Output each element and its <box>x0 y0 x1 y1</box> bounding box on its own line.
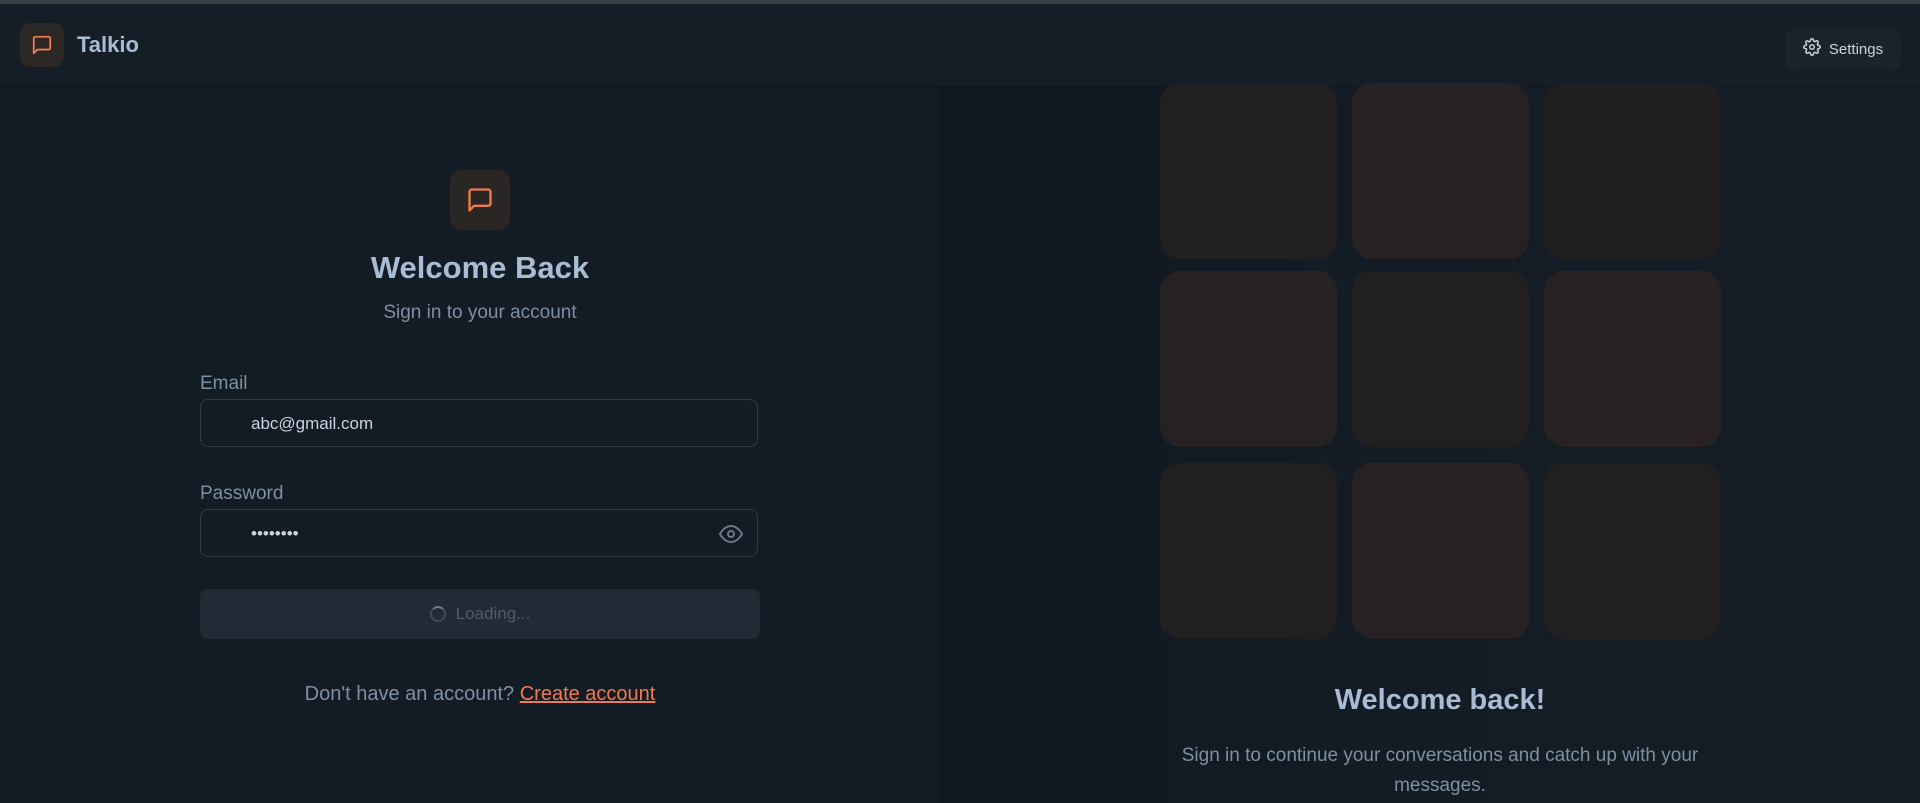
create-account-link[interactable]: Create account <box>520 683 656 705</box>
password-field-wrapper <box>200 509 758 558</box>
email-field[interactable] <box>249 400 693 448</box>
signup-prompt: Don't have an account? <box>304 683 515 705</box>
spinner-icon <box>429 606 446 622</box>
login-title: Welcome Back <box>370 250 590 285</box>
signup-row: Don't have an account? Create account <box>200 683 760 706</box>
promo-tile <box>1160 463 1337 639</box>
email-label: Email <box>200 373 248 394</box>
navbar: Talkio Settings <box>0 4 1920 87</box>
promo-tile <box>1352 83 1529 259</box>
password-field[interactable] <box>249 510 693 558</box>
login-subtitle: Sign in to your account <box>383 302 577 323</box>
promo-description: Sign in to continue your conversations a… <box>1181 745 1699 796</box>
promo-tile <box>1544 463 1721 639</box>
promo-tile <box>1160 83 1337 259</box>
promo-tile <box>1160 271 1337 447</box>
chat-bubble-icon[interactable] <box>20 23 64 67</box>
promo-tile <box>1544 271 1721 447</box>
promo-tile <box>1352 271 1529 447</box>
settings-label: Settings <box>1828 40 1884 58</box>
gear-icon <box>1802 37 1821 61</box>
settings-button[interactable]: Settings <box>1785 29 1901 69</box>
email-field-wrapper <box>200 399 758 448</box>
sign-in-button-label: Loading... <box>455 604 531 623</box>
sign-in-button[interactable]: Loading... <box>200 589 760 639</box>
promo-tile <box>1544 83 1721 259</box>
eye-icon[interactable] <box>719 522 743 546</box>
password-label: Password <box>200 483 284 504</box>
promo-title: Welcome back! <box>1334 684 1546 716</box>
brand-name[interactable]: Talkio <box>77 32 139 58</box>
chat-bubble-icon <box>450 170 510 230</box>
promo-tile <box>1352 463 1529 639</box>
